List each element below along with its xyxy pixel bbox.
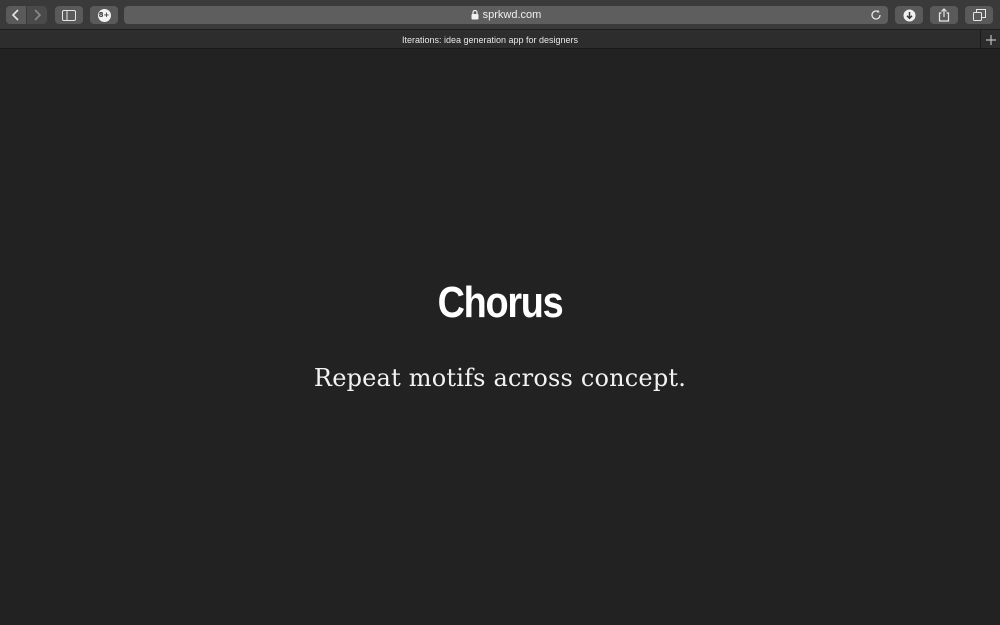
- forward-button[interactable]: [27, 6, 47, 24]
- downloads-button[interactable]: [895, 6, 923, 24]
- back-button[interactable]: [6, 6, 26, 24]
- tabs-overview-icon: [972, 9, 986, 21]
- sidebar-icon: [62, 9, 76, 21]
- extension-button[interactable]: 8+: [90, 6, 118, 24]
- address-text: sprkwd.com: [482, 9, 542, 21]
- reload-icon[interactable]: [870, 9, 882, 21]
- new-tab-button[interactable]: [980, 30, 1000, 49]
- chevron-left-icon: [11, 9, 19, 21]
- page-subtitle: Repeat motifs across concept.: [313, 364, 687, 392]
- page-title: Chorus: [437, 278, 564, 327]
- browser-toolbar: 8+ sprkwd.com: [0, 0, 1000, 30]
- sidebar-button[interactable]: [55, 6, 83, 24]
- tab-overview-button[interactable]: [965, 6, 993, 24]
- lock-icon: [471, 10, 479, 20]
- plus-icon: [985, 34, 996, 45]
- download-icon: [903, 9, 915, 21]
- tab-title-text: Iterations: idea generation app for desi…: [401, 34, 579, 45]
- active-tab[interactable]: Iterations: idea generation app for desi…: [0, 30, 980, 49]
- share-button[interactable]: [930, 6, 958, 24]
- tab-bar: Iterations: idea generation app for desi…: [0, 30, 1000, 49]
- extension-badge: 8+: [97, 8, 111, 22]
- address-bar[interactable]: sprkwd.com: [124, 6, 888, 24]
- chevron-right-icon: [34, 9, 42, 21]
- page-content: Chorus Repeat motifs across concept.: [0, 50, 1000, 625]
- share-icon: [938, 8, 950, 22]
